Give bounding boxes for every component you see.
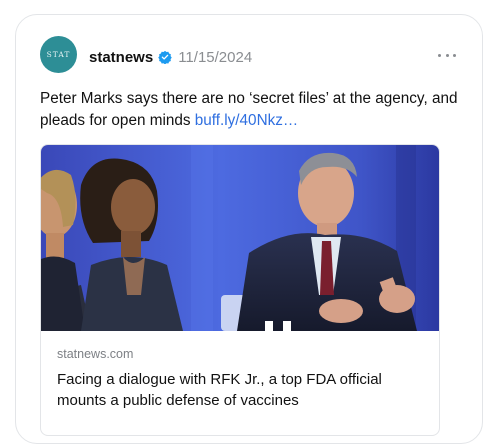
post-link[interactable]: buff.ly/40Nkz… <box>195 112 298 129</box>
post-text: Peter Marks says there are no ‘secret fi… <box>40 88 460 132</box>
link-title[interactable]: Facing a dialogue with RFK Jr., a top FD… <box>57 369 427 411</box>
more-horizontal-icon <box>445 53 449 57</box>
author-row: statnews 11/15/2024 <box>89 47 252 67</box>
more-options-button[interactable] <box>438 48 456 62</box>
verified-badge-icon <box>158 50 172 64</box>
avatar[interactable]: STAT <box>40 36 77 73</box>
link-preview-card[interactable]: statnews.com Facing a dialogue with RFK … <box>40 144 440 436</box>
article-photo <box>41 145 439 331</box>
author-name[interactable]: statnews <box>89 49 153 66</box>
avatar-logo-text: STAT <box>46 50 71 59</box>
link-domain: statnews.com <box>57 347 134 361</box>
post-card: STAT statnews 11/15/2024 Peter Marks say… <box>15 14 483 444</box>
post-date[interactable]: 11/15/2024 <box>178 49 252 66</box>
more-horizontal-icon <box>438 53 441 57</box>
more-horizontal-icon <box>453 53 456 57</box>
